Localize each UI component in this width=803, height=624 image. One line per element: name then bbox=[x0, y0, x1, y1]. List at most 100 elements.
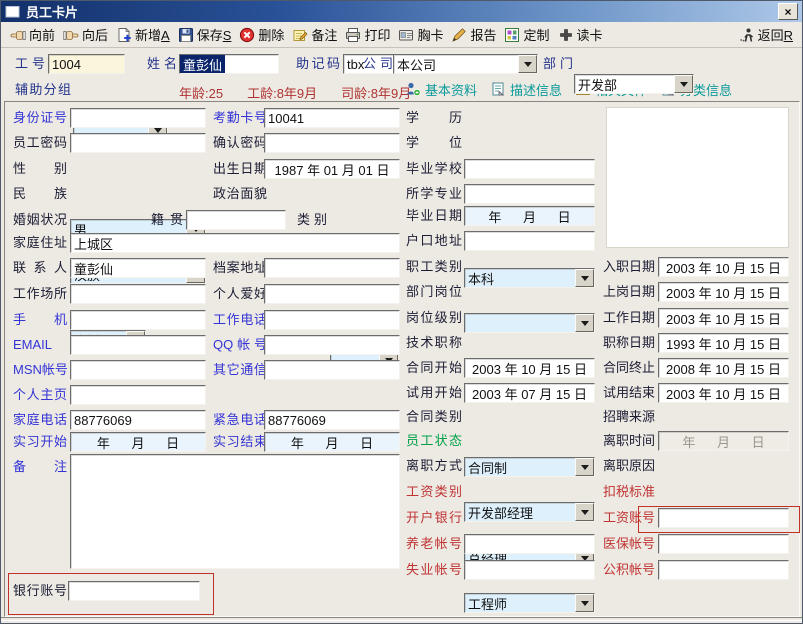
native-place[interactable] bbox=[186, 210, 286, 230]
internship-end-value: 年 月 日 bbox=[265, 433, 399, 452]
return-button[interactable]: 返回R bbox=[735, 24, 797, 46]
nav-next-button[interactable]: 向后 bbox=[59, 24, 112, 46]
app-icon bbox=[5, 4, 21, 20]
probation-start-value: 2003 年 07 月 15 日 bbox=[465, 384, 594, 403]
tab-description-info-label: 描述信息 bbox=[510, 80, 562, 99]
degree-dropdown-button[interactable] bbox=[575, 314, 594, 332]
tab-basic-info[interactable]: 基本资料 bbox=[405, 80, 477, 99]
home-address[interactable]: 上城区 bbox=[70, 233, 400, 253]
probation-start[interactable]: 2003 年 07 月 15 日 bbox=[464, 383, 595, 403]
qq[interactable] bbox=[264, 335, 400, 355]
employee-category-dropdown-button[interactable] bbox=[575, 458, 594, 476]
remarks[interactable] bbox=[70, 454, 400, 569]
contact-person[interactable]: 童彭仙 bbox=[70, 258, 206, 278]
toolbar-left: 向前 向后新增A保存S删除备注打印胸卡 报告定制读卡 bbox=[6, 24, 607, 46]
age-tenure-stats: 年龄:25工龄:8年9月司龄:8年9月 bbox=[179, 83, 411, 102]
unemployment-account[interactable] bbox=[464, 560, 595, 580]
mobile[interactable] bbox=[70, 310, 206, 330]
chevron-down-icon bbox=[680, 82, 688, 91]
post-date-value: 2003 年 10 月 15 日 bbox=[659, 283, 788, 302]
title-date-value: 1993 年 10 月 15 日 bbox=[659, 334, 788, 353]
name[interactable]: 童彭仙 bbox=[179, 54, 279, 74]
tab-description-info[interactable]: 描述信息 bbox=[490, 80, 562, 99]
department[interactable]: 开发部 bbox=[574, 74, 694, 94]
emergency-phone[interactable]: 88776069 bbox=[264, 410, 400, 430]
archive-address[interactable] bbox=[264, 258, 400, 278]
note-button[interactable]: 备注 bbox=[288, 24, 341, 46]
registered-address[interactable] bbox=[464, 231, 595, 251]
graduation-date[interactable]: 年 月 日 bbox=[464, 206, 595, 226]
company-dropdown-button[interactable] bbox=[518, 55, 537, 73]
save-button[interactable]: 保存S bbox=[174, 24, 236, 46]
employee-category[interactable]: 合同制 bbox=[464, 457, 595, 477]
email[interactable] bbox=[70, 335, 206, 355]
read-card-button[interactable]: 读卡 bbox=[554, 24, 607, 46]
id-number[interactable] bbox=[70, 108, 206, 128]
home-phone[interactable]: 88776069 bbox=[70, 410, 206, 430]
homepage[interactable] bbox=[70, 385, 206, 405]
msn[interactable] bbox=[70, 360, 206, 380]
contract-end[interactable]: 2008 年 10 月 15 日 bbox=[658, 358, 789, 378]
company[interactable]: 本公司 bbox=[393, 54, 538, 74]
new-doc-icon bbox=[116, 27, 132, 43]
post-date[interactable]: 2003 年 10 月 15 日 bbox=[658, 282, 789, 302]
internship-end[interactable]: 年 月 日 bbox=[264, 432, 400, 452]
technical-title-value: 工程师 bbox=[465, 594, 510, 613]
delete-button[interactable]: 删除 bbox=[235, 24, 288, 46]
technical-title-dropdown-button[interactable] bbox=[575, 594, 594, 612]
hire-date[interactable]: 2003 年 10 月 15 日 bbox=[658, 257, 789, 277]
contract-start[interactable]: 2003 年 10 月 15 日 bbox=[464, 358, 595, 378]
education-dropdown-button[interactable] bbox=[575, 269, 594, 287]
exit-person-icon bbox=[739, 27, 755, 43]
close-button[interactable]: × bbox=[778, 3, 798, 20]
delete-icon bbox=[239, 27, 255, 43]
name-value: 童彭仙 bbox=[180, 55, 225, 74]
department-position-dropdown-button[interactable] bbox=[575, 503, 594, 521]
technical-title[interactable]: 工程师 bbox=[464, 593, 595, 613]
degree[interactable] bbox=[464, 313, 595, 333]
report-button-label: 报告 bbox=[470, 25, 496, 44]
internship-start[interactable]: 年 月 日 bbox=[70, 432, 206, 452]
department-position[interactable]: 开发部经理 bbox=[464, 502, 595, 522]
medical-account[interactable] bbox=[658, 534, 789, 554]
badge-button[interactable]: 胸卡 bbox=[394, 24, 447, 46]
work-date[interactable]: 2003 年 10 月 15 日 bbox=[658, 308, 789, 328]
attendance-card[interactable]: 10041 bbox=[264, 108, 400, 128]
confirm-password[interactable] bbox=[264, 133, 400, 153]
probation-end[interactable]: 2003 年 10 月 15 日 bbox=[658, 383, 789, 403]
employee-no[interactable]: 1004 bbox=[48, 54, 125, 74]
workplace[interactable] bbox=[70, 284, 206, 304]
add-button[interactable]: 新增A bbox=[112, 24, 174, 46]
emergency-phone-value: 88776069 bbox=[265, 413, 329, 428]
work-phone[interactable] bbox=[264, 310, 400, 330]
user-icon bbox=[405, 81, 421, 97]
nav-next-button-label: 向后 bbox=[82, 25, 108, 44]
graduate-school[interactable] bbox=[464, 159, 595, 179]
department-dropdown-button[interactable] bbox=[674, 75, 693, 93]
department-value: 开发部 bbox=[575, 75, 620, 94]
fund-account[interactable] bbox=[658, 560, 789, 580]
birth-date[interactable]: 1987 年 01 月 01 日 bbox=[264, 159, 400, 179]
annotation-box-bank-account bbox=[8, 573, 214, 615]
chevron-down-icon bbox=[581, 276, 589, 285]
customize-button[interactable]: 定制 bbox=[500, 24, 553, 46]
plus-icon bbox=[558, 27, 574, 43]
internship-start-value: 年 月 日 bbox=[71, 433, 205, 452]
birth-date-value: 1987 年 01 月 01 日 bbox=[265, 160, 399, 179]
attendance-card-value: 10041 bbox=[265, 111, 307, 126]
badge-icon bbox=[398, 27, 414, 43]
title-date[interactable]: 1993 年 10 月 15 日 bbox=[658, 333, 789, 353]
education[interactable]: 本科 bbox=[464, 268, 595, 288]
graduation-date-value: 年 月 日 bbox=[465, 207, 594, 226]
document-icon bbox=[490, 81, 506, 97]
contract-start-value: 2003 年 10 月 15 日 bbox=[465, 359, 594, 378]
pension-account[interactable] bbox=[464, 534, 595, 554]
hobbies[interactable] bbox=[264, 284, 400, 304]
major[interactable] bbox=[464, 184, 595, 204]
toolbar-right: 返回R bbox=[735, 24, 797, 46]
employee-password[interactable] bbox=[70, 133, 206, 153]
nav-prev-button[interactable]: 向前 bbox=[6, 24, 59, 46]
print-button[interactable]: 打印 bbox=[341, 24, 394, 46]
other-contact[interactable] bbox=[264, 360, 400, 380]
report-button[interactable]: 报告 bbox=[447, 24, 500, 46]
